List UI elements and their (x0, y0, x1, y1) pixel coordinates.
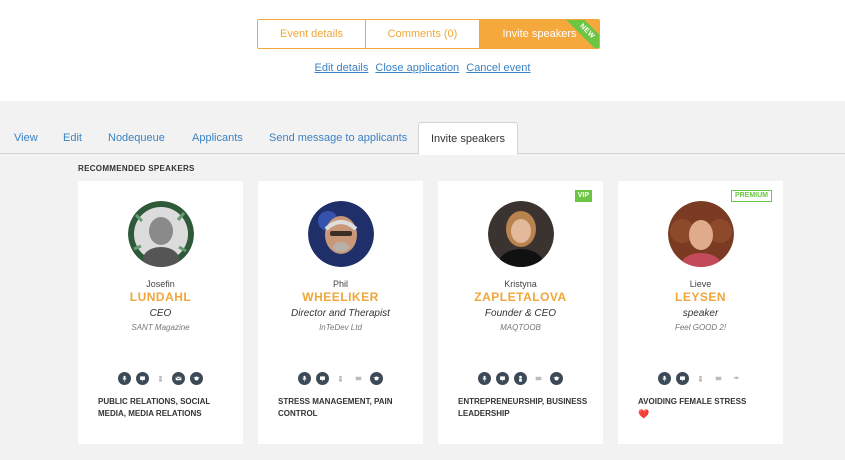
tab-view[interactable]: View (14, 122, 38, 154)
tab-send-message[interactable]: Send message to applicants (269, 122, 407, 154)
avatar (127, 201, 194, 267)
speaker-topics: STRESS MANAGEMENT, PAIN CONTROL (278, 397, 393, 418)
speaker-role: Director and Therapist (291, 308, 390, 319)
speaker-company: Feel GOOD 2! (674, 323, 727, 332)
avatar (307, 201, 374, 267)
tab-bar: View Edit Nodequeue Applicants Send mess… (0, 122, 845, 155)
speaker-company: SANT Magazine (131, 323, 190, 332)
person-icon (694, 372, 707, 385)
topic-text: AVOIDING FEMALE STRESS (638, 397, 747, 406)
heart-icon: ❤️ (638, 409, 650, 419)
vip-badge: VIP (574, 190, 592, 202)
speaker-topics: PUBLIC RELATIONS, SOCIAL MEDIA, MEDIA RE… (98, 397, 211, 418)
mail-icon (352, 372, 365, 385)
person-icon (514, 372, 527, 385)
invite-speakers-label: Invite speakers (502, 28, 577, 40)
speaker-first-name: Lieve (689, 279, 712, 289)
speaker-first-name: Josefin (146, 279, 175, 289)
speaker-first-name: Phil (332, 279, 348, 289)
speaker-first-name: Kristyna (504, 279, 537, 289)
event-header: Event details Comments (0) Invite speake… (0, 0, 845, 101)
avatar (667, 201, 734, 267)
presentation-icon (136, 372, 149, 385)
speaker-format-icons (78, 372, 243, 385)
speaker-format-icons (438, 372, 603, 385)
tab-applicants[interactable]: Applicants (192, 122, 243, 154)
speaker-company: InTeDev Ltd (319, 323, 362, 332)
mail-icon (712, 372, 725, 385)
cancel-event-link[interactable]: Cancel event (466, 62, 530, 74)
speaker-card[interactable]: VIP Kristyna ZAPLETALOVA Founder & CEO M… (438, 181, 603, 444)
microphone-icon (658, 372, 671, 385)
microphone-icon (118, 372, 131, 385)
invite-speakers-button[interactable]: Invite speakers NEW (480, 20, 599, 48)
speaker-format-icons (258, 372, 423, 385)
microphone-icon (478, 372, 491, 385)
mail-icon (532, 372, 545, 385)
comments-button[interactable]: Comments (0) (366, 20, 480, 48)
presentation-icon (316, 372, 329, 385)
event-details-button[interactable]: Event details (258, 20, 366, 48)
speaker-last-name: LUNDAHL (129, 290, 192, 304)
event-segmented-control: Event details Comments (0) Invite speake… (257, 19, 600, 49)
speaker-card[interactable]: Phil WHEELIKER Director and Therapist In… (258, 181, 423, 444)
tab-edit[interactable]: Edit (63, 122, 82, 154)
graduation-cap-icon (190, 372, 203, 385)
speaker-card[interactable]: Josefin LUNDAHL CEO SANT Magazine PUBLIC… (78, 181, 243, 444)
avatar (487, 201, 554, 267)
speaker-topics: AVOIDING FEMALE STRESS ❤️ (638, 396, 768, 421)
speaker-card[interactable]: PREMIUM Lieve LEYSEN speaker Feel GOOD 2… (618, 181, 783, 444)
presentation-icon (676, 372, 689, 385)
mail-icon (172, 372, 185, 385)
tab-invite-speakers[interactable]: Invite speakers (418, 122, 518, 155)
section-title: RECOMMENDED SPEAKERS (78, 164, 195, 173)
person-icon (334, 372, 347, 385)
speaker-role: Founder & CEO (484, 308, 557, 319)
tab-nodequeue[interactable]: Nodequeue (108, 122, 165, 154)
speaker-last-name: LEYSEN (674, 290, 726, 304)
premium-badge: PREMIUM (730, 190, 772, 202)
graduation-cap-icon (370, 372, 383, 385)
speaker-format-icons (618, 372, 783, 385)
speaker-role: speaker (682, 308, 719, 319)
speaker-last-name: WHEELIKER (302, 290, 379, 304)
speaker-role: CEO (149, 308, 172, 319)
graduation-cap-icon (550, 372, 563, 385)
person-icon (154, 372, 167, 385)
speaker-last-name: ZAPLETALOVA (474, 290, 567, 304)
microphone-icon (298, 372, 311, 385)
graduation-cap-icon (730, 372, 743, 385)
event-actions: Edit details Close application Cancel ev… (0, 62, 845, 74)
close-application-link[interactable]: Close application (375, 62, 459, 74)
presentation-icon (496, 372, 509, 385)
main-content: View Edit Nodequeue Applicants Send mess… (0, 101, 845, 460)
speaker-company: MAQTOOB (500, 323, 541, 332)
edit-details-link[interactable]: Edit details (315, 62, 369, 74)
speaker-topics: ENTREPRENEURSHIP, BUSINESS LEADERSHIP (458, 397, 588, 418)
